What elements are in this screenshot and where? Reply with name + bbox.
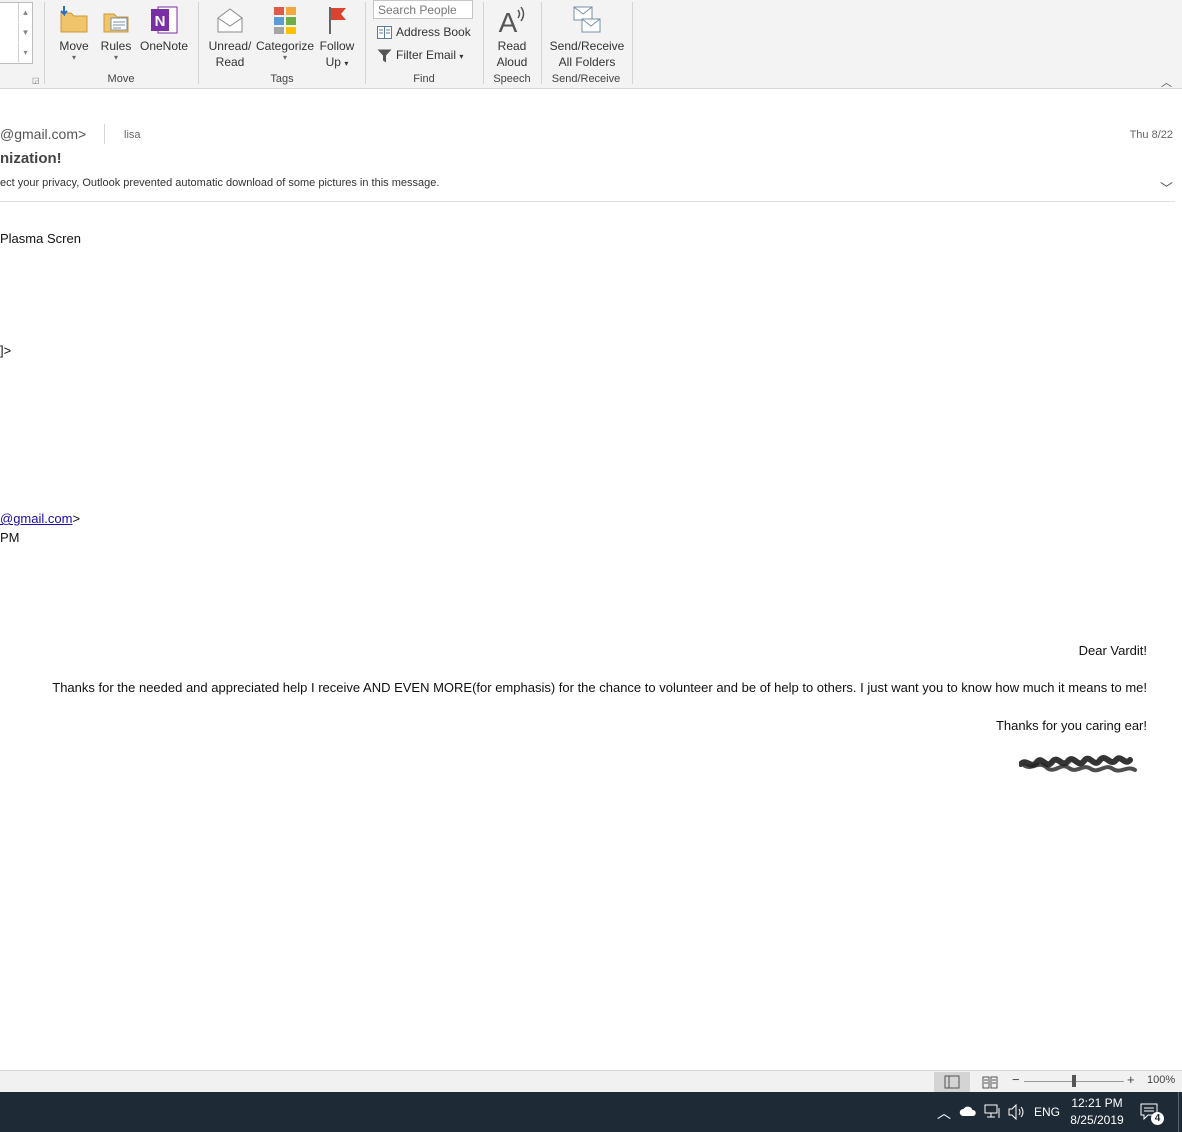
body-line-pm: PM [0,530,20,545]
aloud-label: Aloud [496,55,528,69]
gallery-more[interactable]: ▾ [18,43,32,62]
windows-taskbar: ︿ ENG 12:21 PM 8/25/2019 4 [0,1092,1182,1132]
recipient[interactable]: lisa [124,129,141,141]
gallery-scroll-down[interactable]: ▼ [18,23,32,42]
move-button-label: Move [59,39,89,53]
quick-steps-gallery[interactable]: ▲ ▼ ▾ [0,2,33,64]
ribbon-separator [365,2,366,84]
header-divider [104,124,105,144]
group-label-move: Move [107,73,135,85]
ribbon-separator [44,2,45,84]
flag-icon [329,7,346,34]
ribbon-separator [483,2,484,84]
collapse-ribbon-icon[interactable]: ︿ [1161,74,1172,90]
input-language[interactable]: ENG [1034,1105,1060,1119]
read-label: Read [215,55,245,69]
onenote-icon: N [151,6,178,34]
clock-date[interactable]: 8/25/2019 [1062,1113,1132,1127]
svg-text:A: A [499,7,518,36]
categorize-button[interactable]: Categorize ▾ [256,4,314,62]
ribbon-separator [541,2,542,84]
filter-email-label: Filter Email [396,48,457,62]
closing-line: Thanks for you caring ear! [995,718,1147,733]
main-paragraph: Thanks for the needed and appreciated he… [52,680,1147,695]
envelope-open-icon [217,8,243,33]
up-label: Up [325,55,341,69]
email-link[interactable]: @gmail.com [0,511,72,526]
body-line-email: @gmail.com> [0,511,80,526]
unread-read-button[interactable]: Unread/ Read [204,4,256,70]
search-people-input[interactable]: Search People [373,0,473,19]
send-receive-label: Send/Receive [549,39,625,53]
group-label-find: Find [413,73,435,85]
group-label-send-receive: Send/Receive [551,73,621,85]
body-line-plasma: Plasma Scren [0,231,81,246]
categorize-button-label: Categorize [256,39,315,53]
zoom-in-button[interactable]: + [1127,1072,1135,1087]
volume-icon[interactable] [1008,1104,1026,1120]
normal-view-button[interactable] [934,1072,970,1092]
greeting: Dear Vardit! [1078,643,1147,658]
chevron-down-icon: ▾ [282,53,287,62]
body-line-bracket: ]> [0,343,12,358]
read-label: Read [497,39,527,53]
status-bar: − + 100% [0,1070,1182,1093]
onenote-button[interactable]: N OneNote [138,4,190,54]
message-subject: nization! [0,150,62,167]
zoom-slider-thumb[interactable] [1072,1075,1076,1087]
onenote-button-label: OneNote [139,39,189,53]
reading-view-icon [982,1076,998,1089]
show-hidden-icons-icon[interactable]: ︿ [937,1103,951,1123]
unread-label: Unread/ [208,39,252,53]
expand-header-icon[interactable]: ﹀ [1160,178,1173,197]
filter-email-button[interactable]: Filter Email ▾ [377,47,463,65]
read-aloud-button[interactable]: A Read Aloud [490,4,534,70]
privacy-notice[interactable]: ect your privacy, Outlook prevented auto… [0,177,439,189]
reading-view-button[interactable] [980,1073,1000,1091]
ribbon-separator [198,2,199,84]
send-receive-icon [573,6,601,33]
follow-up-button[interactable]: Follow Up ▾ [316,4,358,72]
move-button[interactable]: Move ▾ [54,4,94,62]
gallery-scroll-up[interactable]: ▲ [18,3,32,22]
chevron-down-icon: ▾ [344,59,349,68]
read-aloud-icon: A [499,6,525,36]
onedrive-cloud-icon[interactable] [959,1106,977,1117]
categorize-icon [274,7,296,34]
address-book-button[interactable]: Address Book [377,24,471,40]
sender-address[interactable]: @gmail.com> [0,126,86,142]
email-suffix: > [72,511,81,526]
address-book-label: Address Book [396,25,471,39]
show-desktop-button[interactable] [1178,1092,1179,1132]
zoom-level[interactable]: 100% [1147,1074,1175,1086]
ribbon: ▲ ▼ ▾ ◲ Move ▾ Rules ▾ N OneNote Move Un… [0,0,1182,89]
follow-label: Follow [319,39,355,53]
group-label-tags: Tags [270,73,294,85]
network-icon[interactable] [984,1104,1002,1120]
normal-view-icon [944,1075,960,1089]
move-folder-icon [60,6,88,33]
notification-count-badge: 4 [1151,1112,1164,1125]
chevron-down-icon: ▾ [71,53,76,62]
signature-scribble [1019,755,1137,773]
rules-button[interactable]: Rules ▾ [98,4,134,62]
chevron-down-icon: ▾ [113,53,118,62]
rules-icon [103,13,129,33]
message-date: Thu 8/22 [1129,129,1173,141]
group-label-speech: Speech [493,73,531,85]
chevron-down-icon: ▾ [459,52,464,61]
funnel-icon [377,49,392,63]
rules-button-label: Rules [100,39,132,53]
svg-text:N: N [155,13,166,30]
ribbon-separator [632,2,633,84]
zoom-out-button[interactable]: − [1012,1072,1020,1087]
send-receive-all-button[interactable]: Send/Receive All Folders [546,4,628,70]
all-folders-label: All Folders [558,55,616,69]
dialog-launcher-icon[interactable]: ◲ [32,76,40,85]
header-separator [0,201,1175,202]
clock-time[interactable]: 12:21 PM [1062,1096,1132,1110]
address-book-icon [377,26,392,40]
